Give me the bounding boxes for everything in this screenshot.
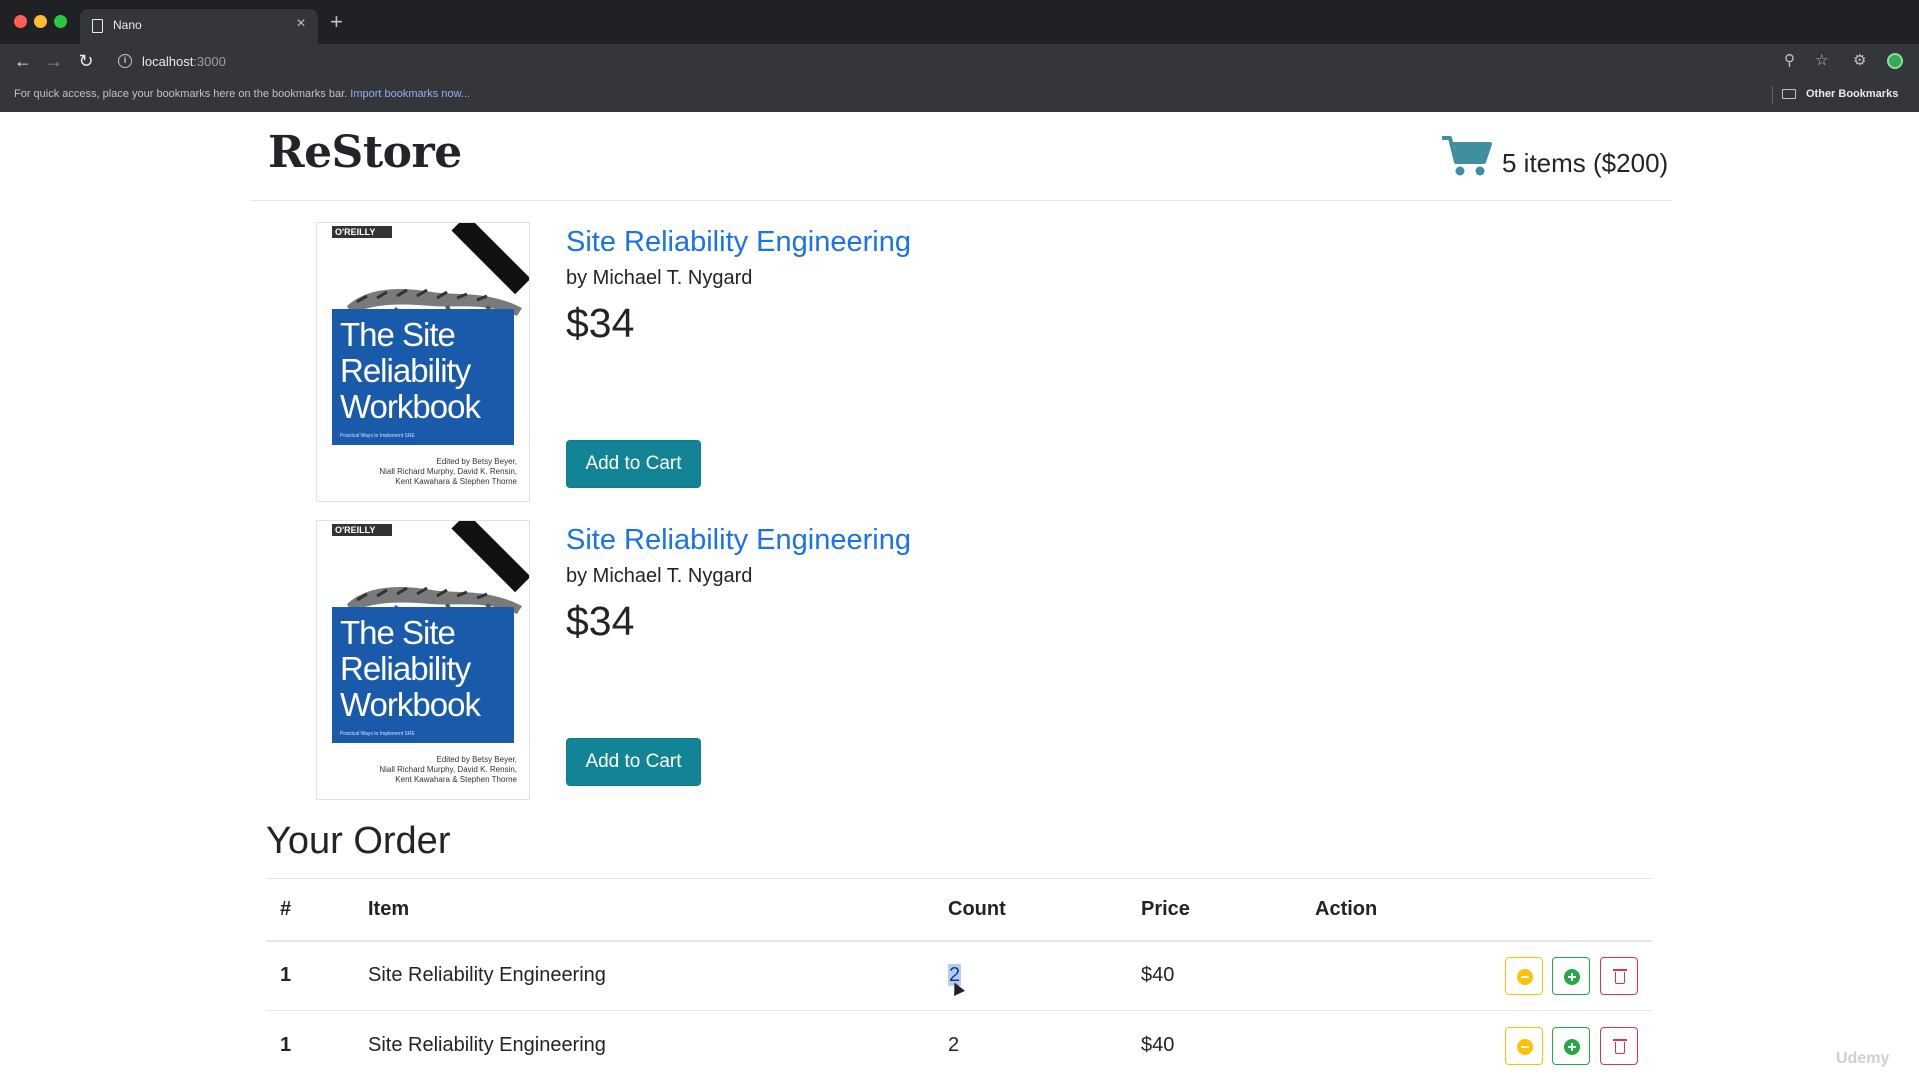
table-row: 1 Site Reliability Engineering 2 $40	[266, 1010, 1652, 1079]
order-heading: Your Order	[266, 820, 451, 862]
bookmarks-bar: For quick access, place your bookmarks h…	[0, 80, 1919, 112]
udemy-watermark: Udemy	[1836, 1050, 1890, 1067]
browser-toolbar: ← → ↻ i localhost:3000 ⚲ ☆ ⚙	[0, 44, 1919, 78]
book-list-item: O'REILLY The Site Reliability Workbook P…	[316, 222, 1216, 504]
row-count: 2	[934, 1010, 1127, 1079]
cover-credits: Edited by Betsy Beyer, Niall Richard Mur…	[379, 457, 517, 486]
decrease-button[interactable]	[1504, 956, 1543, 995]
minus-circle-icon	[1516, 1038, 1533, 1055]
brand-logo[interactable]: ReStore	[268, 127, 462, 178]
url-text: localhost:3000	[142, 54, 226, 69]
tab-strip: Nano × +	[0, 0, 1919, 44]
header-divider	[250, 200, 1672, 201]
row-index: 1	[266, 940, 354, 1011]
add-to-cart-button[interactable]: Add to Cart	[566, 738, 701, 786]
bookmark-star-icon[interactable]: ☆	[1815, 52, 1828, 70]
profile-avatar[interactable]	[1887, 53, 1903, 69]
book-title-link[interactable]: Site Reliability Engineering	[566, 524, 911, 557]
tab-title: Nano	[113, 18, 142, 32]
plus-circle-icon	[1564, 968, 1581, 985]
cover-credits: Edited by Betsy Beyer, Niall Richard Mur…	[379, 755, 517, 784]
minus-circle-icon	[1516, 968, 1533, 985]
row-price: $40	[1127, 940, 1301, 1011]
cover-subtitle: Practical Ways to Implement SRE	[340, 731, 415, 737]
book-list-item: O'REILLY The Site Reliability Workbook P…	[316, 520, 1216, 802]
column-header-price: Price	[1127, 878, 1301, 942]
row-item: Site Reliability Engineering	[354, 1010, 934, 1079]
bookmarks-divider	[1772, 86, 1773, 104]
publisher-logo: O'REILLY	[332, 226, 392, 238]
cart-text: 5 items ($200)	[1502, 148, 1669, 178]
document-icon	[92, 19, 103, 33]
increase-button[interactable]	[1552, 1026, 1591, 1065]
delete-button[interactable]	[1600, 1026, 1638, 1065]
address-bar[interactable]: i localhost:3000	[110, 48, 1772, 74]
order-table: # Item Count Price Action 1 Site Reliabi…	[266, 878, 1652, 1079]
delete-button[interactable]	[1600, 956, 1638, 995]
extension-icon[interactable]: ⚙	[1853, 52, 1866, 70]
reload-icon[interactable]: ↻	[75, 50, 97, 72]
maximize-window-button[interactable]	[54, 15, 67, 28]
row-item: Site Reliability Engineering	[354, 940, 934, 1011]
book-cover-image: O'REILLY The Site Reliability Workbook P…	[316, 222, 530, 502]
import-bookmarks-link[interactable]: Import bookmarks now...	[350, 88, 470, 100]
shopping-cart-icon	[1442, 136, 1492, 176]
decrease-button[interactable]	[1504, 1026, 1543, 1065]
cover-title: The Site Reliability Workbook	[340, 316, 481, 425]
zoom-icon[interactable]: ⚲	[1784, 52, 1795, 70]
column-header-action: Action	[1301, 878, 1652, 942]
browser-tab[interactable]: Nano ×	[80, 9, 318, 44]
new-tab-button[interactable]: +	[330, 11, 343, 33]
book-cover-image: O'REILLY The Site Reliability Workbook P…	[316, 520, 530, 800]
minimize-window-button[interactable]	[34, 15, 47, 28]
publisher-logo: O'REILLY	[332, 524, 392, 536]
table-row: 1 Site Reliability Engineering 2 $40	[266, 940, 1652, 1011]
close-window-button[interactable]	[14, 15, 27, 28]
row-count: 2	[934, 940, 1127, 1011]
browser-chrome: Nano × + ← → ↻ i localhost:3000 ⚲ ☆ ⚙ Fo…	[0, 0, 1919, 112]
book-author: by Michael T. Nygard	[566, 267, 753, 289]
close-tab-icon[interactable]: ×	[292, 15, 310, 33]
row-actions	[1301, 940, 1652, 1011]
column-header-item: Item	[354, 878, 934, 942]
increase-button[interactable]	[1552, 956, 1591, 995]
row-price: $40	[1127, 1010, 1301, 1079]
add-to-cart-button[interactable]: Add to Cart	[566, 440, 701, 488]
book-title-link[interactable]: Site Reliability Engineering	[566, 226, 911, 259]
back-arrow-icon[interactable]: ←	[12, 50, 34, 72]
trash-icon	[1613, 968, 1627, 971]
cover-title-block: The Site Reliability Workbook Practical …	[332, 607, 514, 743]
book-price: $34	[566, 300, 635, 346]
bookmarks-hint: For quick access, place your bookmarks h…	[14, 88, 471, 100]
row-index: 1	[266, 1010, 354, 1079]
forward-arrow-icon[interactable]: →	[43, 50, 65, 72]
cover-title-block: The Site Reliability Workbook Practical …	[332, 309, 514, 445]
plus-circle-icon	[1564, 1038, 1581, 1055]
book-author: by Michael T. Nygard	[566, 565, 753, 587]
cover-subtitle: Practical Ways to Implement SRE	[340, 433, 415, 439]
other-bookmarks-button[interactable]: Other Bookmarks	[1806, 88, 1898, 100]
folder-icon	[1782, 89, 1796, 99]
page-content: ReStore 5 items ($200) O'REILLY The Site…	[0, 112, 1919, 1079]
trash-icon	[1613, 1038, 1627, 1041]
column-header-count: Count	[934, 878, 1127, 942]
row-actions	[1301, 1010, 1652, 1079]
info-icon[interactable]: i	[118, 54, 132, 68]
table-header-row: # Item Count Price Action	[266, 878, 1652, 942]
book-price: $34	[566, 598, 635, 644]
column-header-index: #	[266, 878, 354, 942]
cover-title: The Site Reliability Workbook	[340, 614, 481, 723]
